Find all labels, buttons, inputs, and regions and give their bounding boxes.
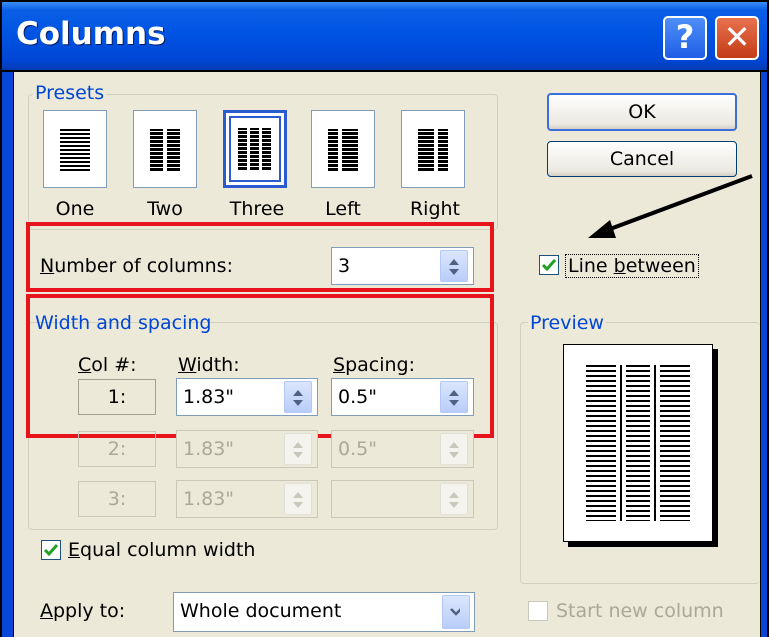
col-number-header: Col #: xyxy=(78,354,137,376)
col-3-width-spinner[interactable] xyxy=(284,483,312,515)
spin-up-icon xyxy=(293,390,303,396)
ok-button[interactable]: OK xyxy=(547,93,737,131)
preset-two-button[interactable] xyxy=(133,110,197,188)
spin-down-icon xyxy=(293,502,303,508)
spin-down-icon xyxy=(449,502,459,508)
spin-down-icon xyxy=(449,452,459,458)
preset-three-label: Three xyxy=(229,198,285,220)
window-frame-left xyxy=(0,72,14,637)
window-title: Columns xyxy=(16,16,166,52)
apply-to-select[interactable]: Whole document xyxy=(173,592,475,632)
spin-down-icon xyxy=(293,400,303,406)
preview-legend: Preview xyxy=(528,312,606,334)
preset-one-label: One xyxy=(55,198,95,220)
preset-one-button[interactable] xyxy=(43,110,107,188)
col-2-spacing-spinner[interactable] xyxy=(440,433,468,465)
equal-column-width-label: Equal column width xyxy=(68,539,256,561)
col-2-label: 2: xyxy=(78,431,156,467)
preset-right-button[interactable] xyxy=(401,110,465,188)
preset-left-label: Left xyxy=(325,198,361,220)
preset-two-icon xyxy=(150,129,180,171)
width-spacing-legend: Width and spacing xyxy=(35,312,212,334)
col-1-spacing-spinner[interactable] xyxy=(440,381,468,413)
spin-up-icon xyxy=(293,442,303,448)
window-frame-right xyxy=(760,72,769,637)
apply-to-dropdown-button[interactable] xyxy=(442,595,470,629)
preset-three-button[interactable] xyxy=(223,110,287,188)
spacing-header: Spacing: xyxy=(333,354,415,376)
spin-down-icon xyxy=(449,269,459,275)
checkmark-icon xyxy=(43,544,59,557)
spin-up-icon xyxy=(449,390,459,396)
col-3-label: 3: xyxy=(78,481,156,517)
preview-page xyxy=(563,344,713,542)
col-2-width-spinner[interactable] xyxy=(284,433,312,465)
title-bar: Columns ? ✕ xyxy=(0,0,769,72)
preset-left-icon xyxy=(328,129,358,171)
checkmark-icon xyxy=(541,259,557,272)
spin-up-icon xyxy=(449,259,459,265)
spin-down-icon xyxy=(449,400,459,406)
equal-column-width-checkbox[interactable] xyxy=(41,540,61,560)
start-new-column-checkbox[interactable] xyxy=(528,601,548,621)
preset-right-icon xyxy=(418,129,448,171)
spin-up-icon xyxy=(449,492,459,498)
col-1-width-spinner[interactable] xyxy=(284,381,312,413)
preset-right-label: Right xyxy=(409,198,461,220)
preset-left-button[interactable] xyxy=(311,110,375,188)
spin-up-icon xyxy=(293,492,303,498)
col-3-spacing-spinner[interactable] xyxy=(440,483,468,515)
spin-up-icon xyxy=(449,442,459,448)
width-header: Width: xyxy=(178,354,240,376)
number-of-columns-spinner[interactable] xyxy=(440,250,468,282)
col-1-label: 1: xyxy=(78,379,156,415)
close-button[interactable]: ✕ xyxy=(715,16,759,60)
number-of-columns-label: Number of columns: xyxy=(40,255,233,277)
chevron-down-icon xyxy=(450,608,460,616)
spin-down-icon xyxy=(293,452,303,458)
presets-legend: Presets xyxy=(33,82,107,104)
preset-three-icon xyxy=(229,116,281,182)
line-between-checkbox[interactable] xyxy=(539,255,559,275)
annotation-arrow xyxy=(588,174,753,238)
apply-to-label: Apply to: xyxy=(40,600,126,622)
start-new-column-label: Start new column xyxy=(556,600,724,622)
preview-page-lines xyxy=(586,365,690,521)
help-button[interactable]: ? xyxy=(663,16,707,60)
preset-two-label: Two xyxy=(147,198,183,220)
preset-one-icon xyxy=(60,129,90,171)
